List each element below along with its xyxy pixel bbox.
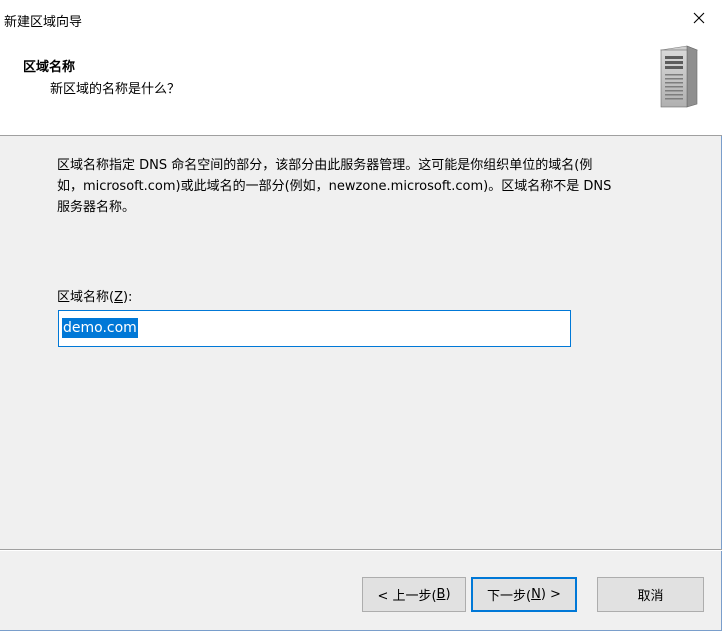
description-line: 区域名称指定 DNS 命名空间的部分，该部分由此服务器管理。这可能是你组织单位的…	[57, 158, 593, 173]
description-line: 如，microsoft.com)或此域名的一部分(例如，newzone.micr…	[57, 179, 612, 194]
next-label-suffix: ) >	[540, 587, 561, 602]
zone-label-accesskey: Z	[114, 290, 123, 305]
cancel-button[interactable]: 取消	[597, 577, 704, 612]
page-title: 区域名称	[23, 60, 76, 75]
next-button[interactable]: 下一步(N) >	[471, 577, 577, 612]
page-subtitle: 新区域的名称是什么？	[50, 82, 181, 97]
next-label-prefix: 下一步(	[487, 589, 532, 604]
description-text: 区域名称指定 DNS 命名空间的部分，该部分由此服务器管理。这可能是你组织单位的…	[57, 155, 697, 218]
description-line: 服务器名称。	[57, 200, 136, 215]
back-button[interactable]: < 上一步(B)	[362, 577, 466, 612]
window-title: 新建区域向导	[4, 15, 83, 30]
footer-divider	[0, 549, 722, 551]
next-accesskey: N	[531, 587, 541, 602]
back-label-suffix: )	[445, 587, 451, 602]
back-label-prefix: < 上一步(	[377, 589, 437, 604]
new-zone-wizard-dialog: 新建区域向导 区域名称 新区域的名称是什么？ 区域名称指定 DNS 命名空间的部…	[0, 0, 722, 631]
zone-label-prefix: 区域名称(	[57, 290, 115, 305]
zone-name-label: 区域名称(Z):	[57, 286, 132, 305]
close-icon	[693, 12, 705, 28]
wizard-header: 区域名称 新区域的名称是什么？	[0, 40, 722, 136]
back-accesskey: B	[436, 587, 446, 602]
zone-name-value: demo.com	[62, 318, 138, 338]
close-button[interactable]	[676, 0, 722, 40]
zone-label-suffix: ):	[122, 290, 133, 305]
server-icon	[659, 45, 699, 108]
title-bar: 新建区域向导	[0, 0, 722, 40]
zone-name-input[interactable]: demo.com	[58, 310, 571, 347]
